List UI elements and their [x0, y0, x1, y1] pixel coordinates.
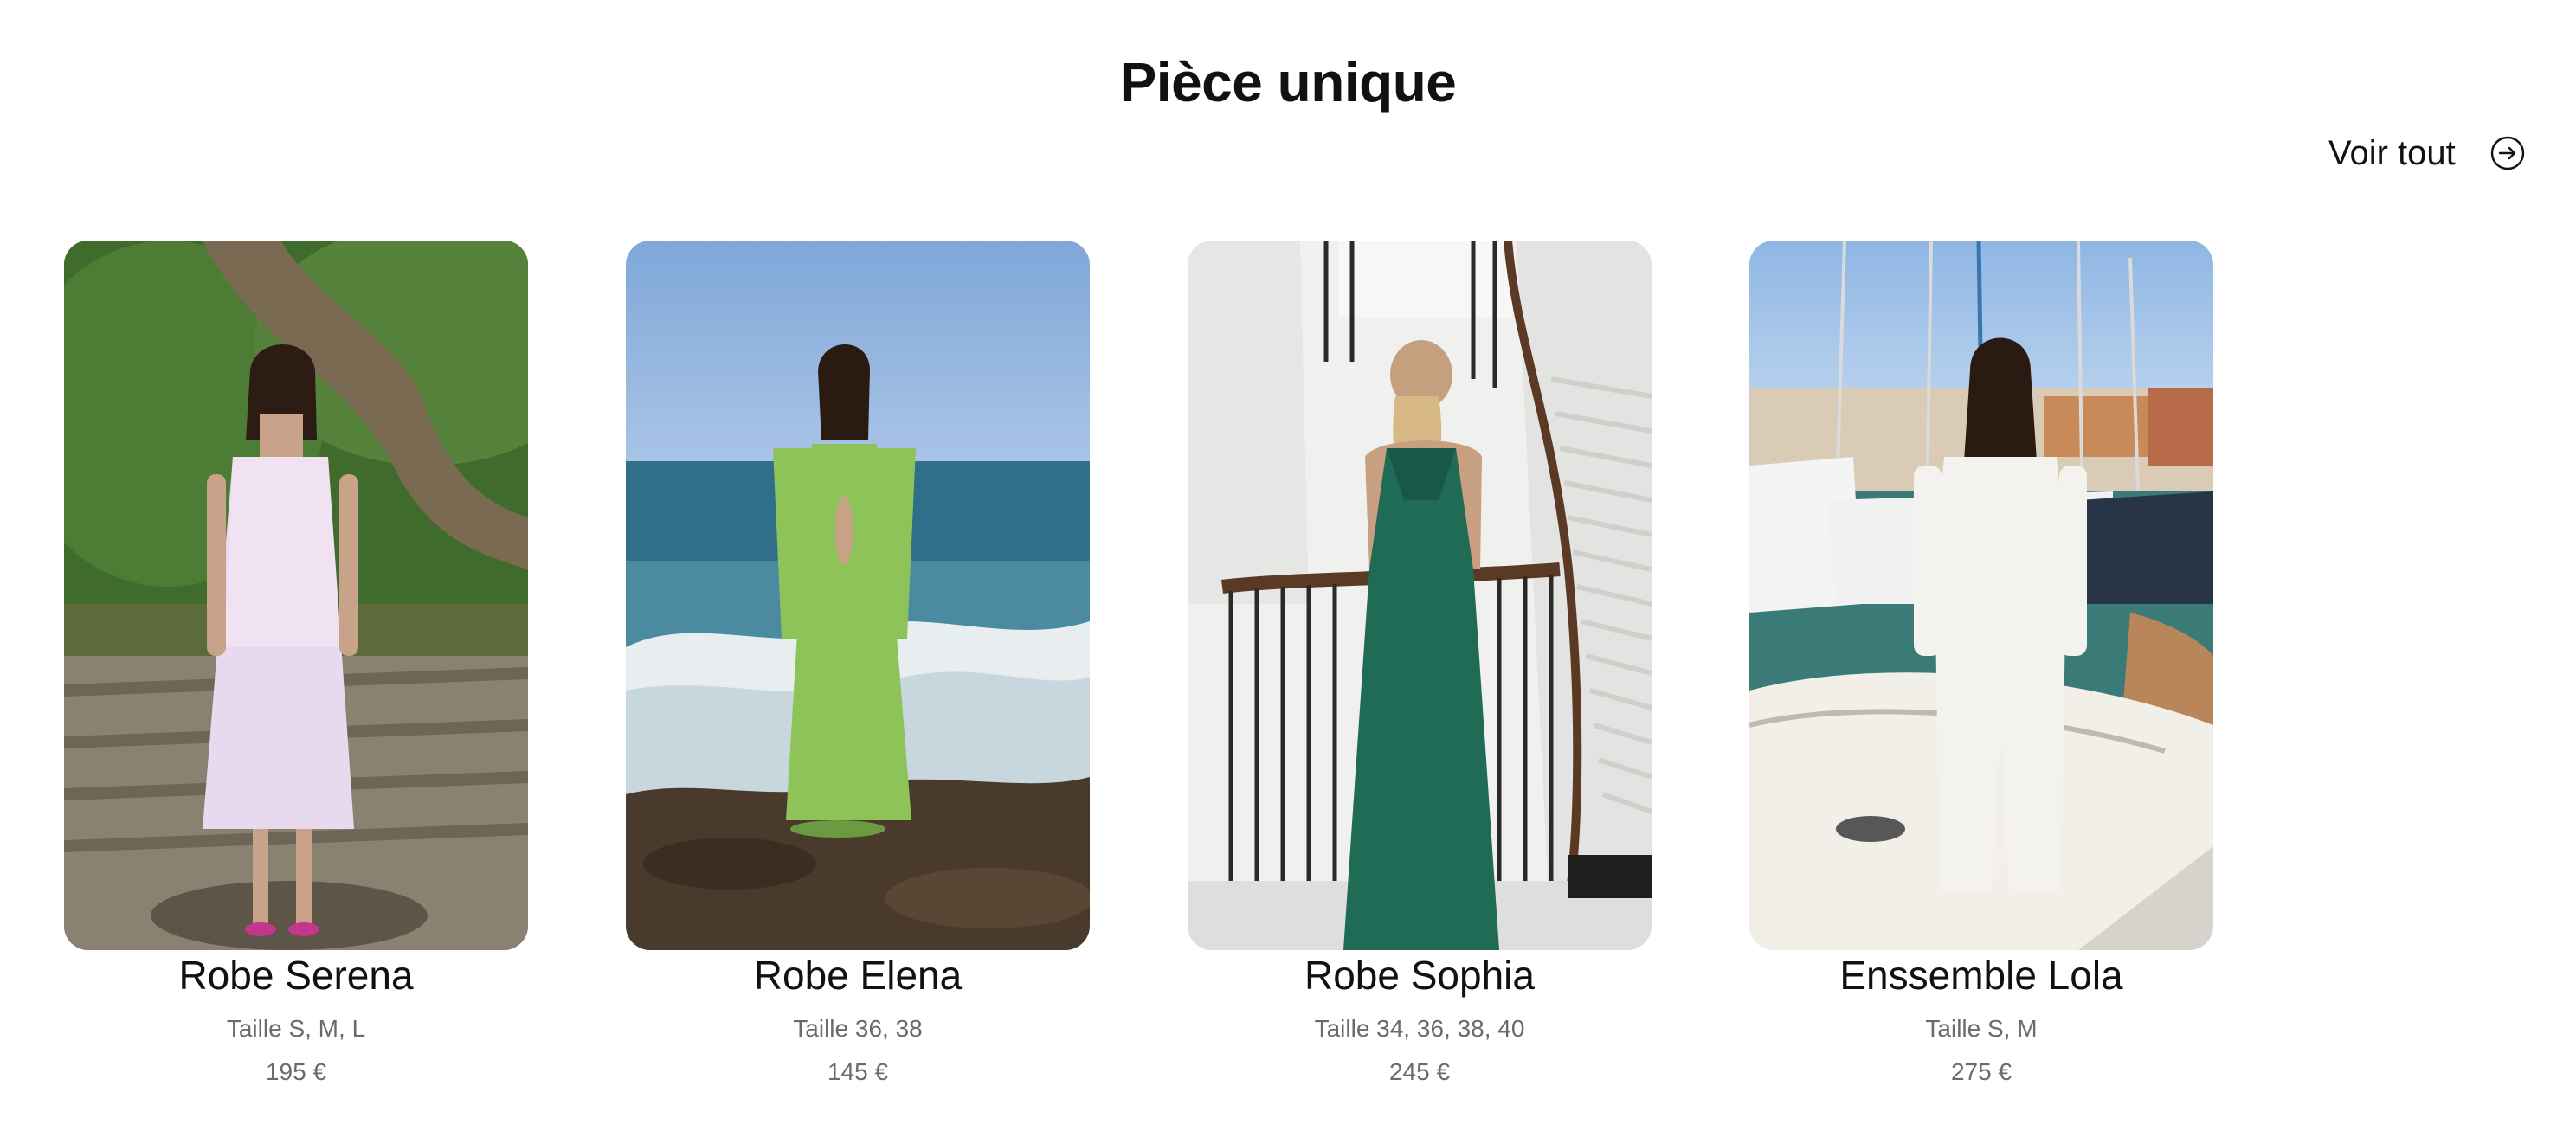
- product-price: 275 €: [1950, 1058, 2012, 1085]
- product-price: 145 €: [827, 1058, 889, 1085]
- see-all-label: Voir tout: [2328, 133, 2456, 172]
- product-card[interactable]: Enssemble Lola Taille S, M 275 €: [1749, 241, 2213, 1087]
- product-name[interactable]: Robe Elena: [626, 952, 1090, 999]
- product-photo[interactable]: [1188, 241, 1652, 950]
- product-name[interactable]: Enssemble Lola: [1749, 952, 2213, 999]
- product-price: 195 €: [265, 1058, 327, 1085]
- product-name[interactable]: Robe Serena: [64, 952, 528, 999]
- product-sizes: Taille 36, 38: [793, 1015, 923, 1042]
- see-all-link[interactable]: Voir tout: [2328, 123, 2527, 183]
- product-photo[interactable]: [626, 241, 1090, 950]
- product-price: 245 €: [1388, 1058, 1451, 1085]
- product-card[interactable]: Robe Elena Taille 36, 38 145 €: [626, 241, 1090, 1087]
- section-title: Pièce unique: [1119, 51, 1457, 113]
- product-card[interactable]: Robe Serena Taille S, M, L 195 €: [64, 241, 528, 1087]
- product-sizes: Taille S, M: [1925, 1015, 2038, 1042]
- product-photo[interactable]: [1749, 241, 2213, 950]
- arrow-right-circle-icon: [2489, 134, 2527, 172]
- product-card[interactable]: Robe Sophia Taille 34, 36, 38, 40 245 €: [1188, 241, 1652, 1087]
- product-sizes: Taille 34, 36, 38, 40: [1314, 1015, 1525, 1042]
- product-photo[interactable]: [64, 241, 528, 950]
- product-name[interactable]: Robe Sophia: [1188, 952, 1652, 999]
- product-sizes: Taille S, M, L: [226, 1015, 366, 1042]
